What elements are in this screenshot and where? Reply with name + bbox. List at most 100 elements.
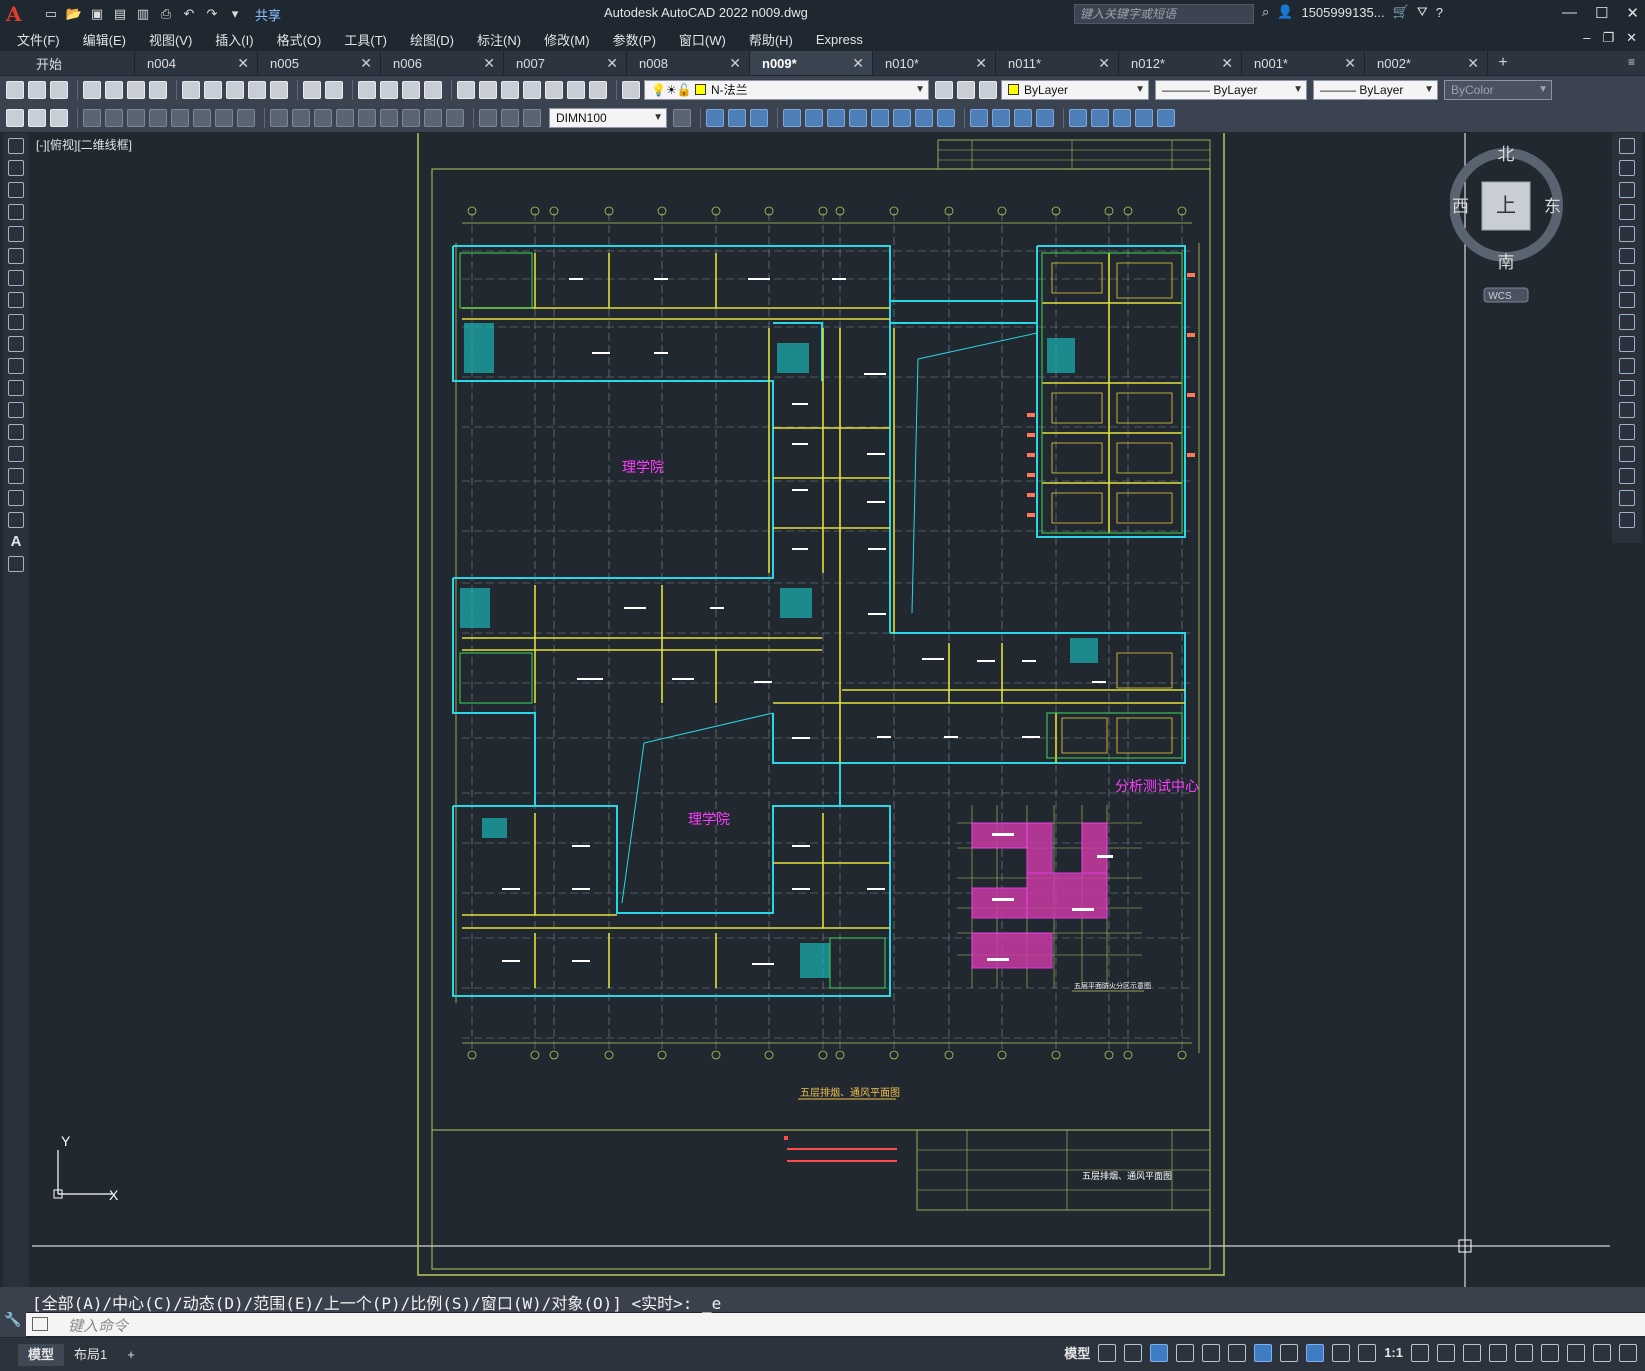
compass-east[interactable]: 东 <box>1544 197 1561 216</box>
annotation-scale-icon[interactable] <box>1358 1343 1377 1362</box>
mirror-icon[interactable] <box>1619 182 1635 198</box>
join-icon[interactable] <box>1036 109 1054 127</box>
mirror-icon[interactable] <box>728 109 746 127</box>
polyline-icon[interactable] <box>8 182 24 198</box>
make-current-layer-icon[interactable] <box>935 81 953 99</box>
menu-item-8[interactable]: 修改(M) <box>544 30 590 49</box>
tab-list-icon[interactable]: ≡ <box>1628 55 1635 69</box>
copy-icon[interactable] <box>204 81 222 99</box>
design-center-icon[interactable] <box>479 81 497 99</box>
file-tab-6[interactable]: n009* ✕ <box>750 51 873 75</box>
redo-icon[interactable]: ↷ <box>203 5 221 23</box>
ellipse-icon[interactable] <box>8 336 24 352</box>
break-icon[interactable] <box>1619 402 1635 418</box>
compass-west[interactable]: 西 <box>1452 197 1469 216</box>
dim-break-icon[interactable] <box>358 109 376 127</box>
qnew-icon[interactable] <box>6 81 24 99</box>
scale-icon[interactable] <box>849 109 867 127</box>
offset-icon[interactable] <box>750 109 768 127</box>
lineweight-dropdown[interactable]: ——— ByLayer ▼ <box>1313 80 1438 100</box>
workspace-gear-icon[interactable] <box>1411 1343 1429 1362</box>
scale-icon[interactable] <box>1619 292 1635 308</box>
open-file-icon[interactable] <box>28 81 46 99</box>
close-tab-icon[interactable]: ✕ <box>975 55 987 72</box>
join-icon[interactable] <box>1619 424 1635 440</box>
annotation-scale-value[interactable]: 1:1 <box>1384 1345 1403 1360</box>
zoom-realtime-icon[interactable] <box>380 81 398 99</box>
units-icon[interactable] <box>1463 1343 1481 1362</box>
copy-icon[interactable] <box>1619 160 1635 176</box>
command-prompt-icon[interactable] <box>32 1317 48 1331</box>
calculator-icon[interactable] <box>567 81 585 99</box>
save-as-icon[interactable]: ▤ <box>111 5 129 23</box>
break-icon[interactable] <box>937 109 955 127</box>
doc-close-icon[interactable]: ✕ <box>1626 30 1637 46</box>
mtext-icon[interactable]: A <box>8 534 24 550</box>
doc-restore-icon[interactable]: ❐ <box>1602 30 1614 46</box>
pan-icon[interactable] <box>358 81 376 99</box>
hatch-back-icon[interactable] <box>50 109 68 127</box>
command-input[interactable]: 键入命令 <box>26 1313 1645 1336</box>
minimize-icon[interactable]: — <box>1562 4 1577 22</box>
dimstyle-dropdown[interactable]: DIMN100 ▼ <box>549 108 667 128</box>
center-mark-icon[interactable] <box>402 109 420 127</box>
polygon-icon[interactable] <box>8 204 24 220</box>
menu-item-10[interactable]: 窗口(W) <box>679 30 726 49</box>
tab-layout1[interactable]: 布局1 <box>64 1344 117 1366</box>
arc-icon[interactable] <box>8 248 24 264</box>
zoom-window-icon[interactable] <box>402 81 420 99</box>
doc-minimize-icon[interactable]: – <box>1583 30 1590 46</box>
tool-palettes-icon[interactable] <box>501 81 519 99</box>
cart-icon[interactable]: 🛒 <box>1393 4 1409 20</box>
move-icon[interactable] <box>805 109 823 127</box>
gradient-icon[interactable] <box>1157 109 1175 127</box>
file-tab-1[interactable]: n004 ✕ <box>135 51 258 75</box>
file-tab-7[interactable]: n010* ✕ <box>873 51 996 75</box>
user-name[interactable]: 1505999135... <box>1301 5 1384 20</box>
close-tab-icon[interactable]: ✕ <box>360 55 372 72</box>
new-tab-icon[interactable]: + <box>1488 51 1518 75</box>
help-icon[interactable]: ? <box>1436 5 1443 20</box>
dimstyle-manager-icon[interactable] <box>673 109 691 127</box>
diameter-dim-icon[interactable] <box>215 109 233 127</box>
insert-block-icon[interactable] <box>1069 109 1087 127</box>
array-icon[interactable] <box>783 109 801 127</box>
compass-north[interactable]: 北 <box>1498 145 1515 164</box>
save-file-icon[interactable] <box>50 81 68 99</box>
help-search-input[interactable]: 键入关键字或短语 <box>1074 4 1254 24</box>
layer-dropdown[interactable]: 💡☀🔓 N-法兰 ▼ <box>644 80 929 100</box>
line-icon[interactable] <box>8 138 24 154</box>
object-snap-tracking-icon[interactable] <box>1228 1343 1247 1362</box>
viewcube-top-label[interactable]: 上 <box>1496 194 1516 217</box>
file-tab-10[interactable]: n001* ✕ <box>1242 51 1365 75</box>
save-icon[interactable]: ▣ <box>88 5 106 23</box>
dim-edit-icon[interactable] <box>479 109 497 127</box>
chamfer-icon[interactable] <box>970 109 988 127</box>
user-icon[interactable]: 👤 <box>1277 4 1293 20</box>
undo-icon[interactable]: ↶ <box>180 5 198 23</box>
snap-icon[interactable] <box>1124 1343 1143 1362</box>
paste-icon[interactable] <box>226 81 244 99</box>
move-icon[interactable] <box>1619 248 1635 264</box>
make-block-icon[interactable] <box>1091 109 1109 127</box>
sheet-set-icon[interactable] <box>523 81 541 99</box>
object-snap-icon[interactable] <box>1254 1343 1273 1362</box>
file-tab-5[interactable]: n008 ✕ <box>627 51 750 75</box>
hatch-icon[interactable] <box>8 446 24 462</box>
properties-icon[interactable] <box>457 81 475 99</box>
linear-dim-icon[interactable] <box>83 109 101 127</box>
dim-text-edit-icon[interactable] <box>501 109 519 127</box>
menu-item-3[interactable]: 插入(I) <box>215 30 253 49</box>
blend-icon[interactable] <box>1619 490 1635 506</box>
file-tab-2[interactable]: n005 ✕ <box>258 51 381 75</box>
explode-icon[interactable] <box>1014 109 1032 127</box>
close-tab-icon[interactable]: ✕ <box>852 55 864 72</box>
fillet-icon[interactable] <box>1619 468 1635 484</box>
layer-state-icon[interactable] <box>979 81 997 99</box>
dim-space-icon[interactable] <box>336 109 354 127</box>
maximize-icon[interactable]: ☐ <box>1595 4 1608 22</box>
plot-icon[interactable]: ⎙ <box>157 5 175 23</box>
close-tab-icon[interactable]: ✕ <box>729 55 741 72</box>
block-editor-icon[interactable] <box>270 81 288 99</box>
quick-properties-icon[interactable] <box>1489 1343 1507 1362</box>
